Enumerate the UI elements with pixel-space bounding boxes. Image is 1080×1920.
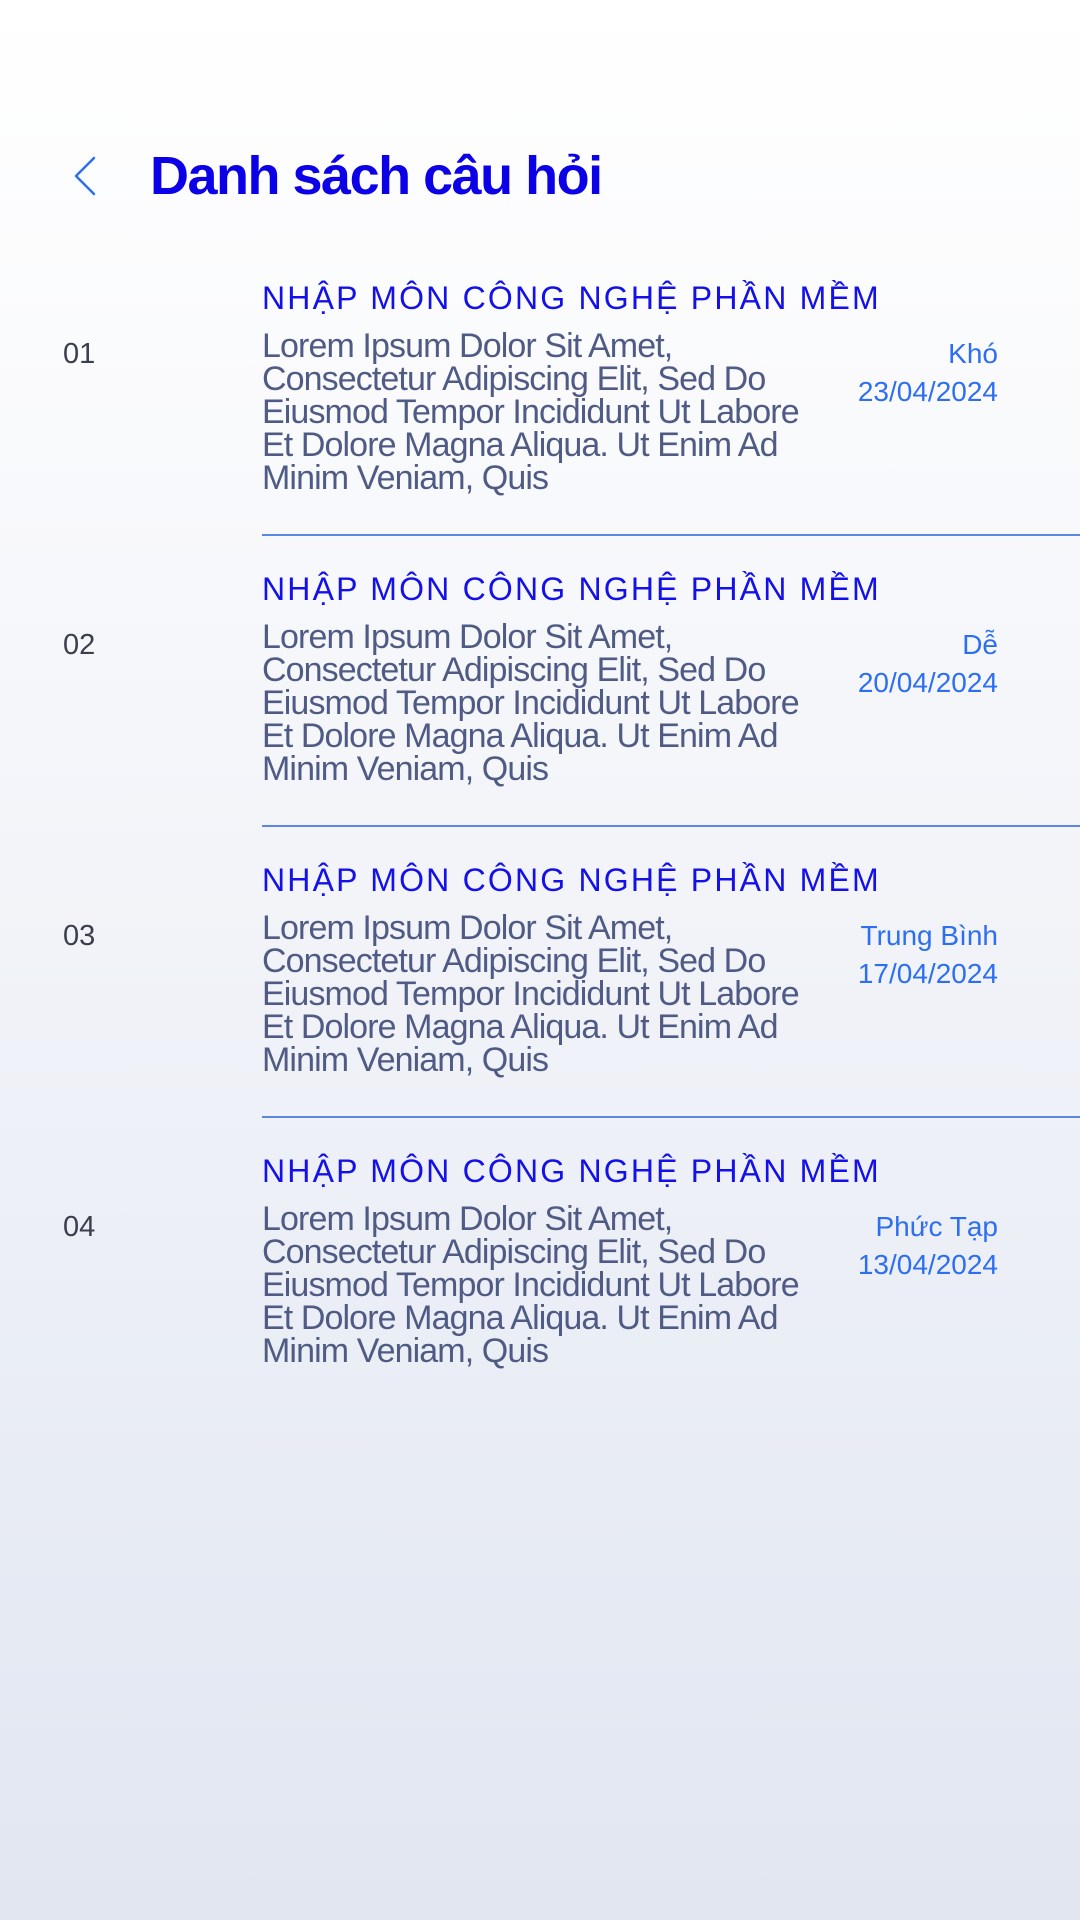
difficulty-label: Trung Bình <box>860 920 998 951</box>
question-number: 04 <box>63 1211 96 1243</box>
divider <box>262 1116 1080 1118</box>
divider <box>262 825 1080 827</box>
question-subject: NHẬP MÔN CÔNG NGHỆ PHẦN MỀM <box>262 1153 881 1189</box>
question-list: 01 NHẬP MÔN CÔNG NGHỆ PHẦN MỀM Lorem Ips… <box>0 272 1080 1436</box>
difficulty-label: Dễ <box>962 629 998 660</box>
question-date: 17/04/2024 <box>857 958 998 989</box>
question-text: Lorem Ipsum Dolor Sit Amet, Consectetur … <box>262 909 800 1079</box>
question-subject: NHẬP MÔN CÔNG NGHỆ PHẦN MỀM <box>262 280 881 316</box>
question-item[interactable]: 01 NHẬP MÔN CÔNG NGHỆ PHẦN MỀM Lorem Ips… <box>0 272 1080 563</box>
question-text: Lorem Ipsum Dolor Sit Amet, Consectetur … <box>262 327 800 497</box>
page-title: Danh sách câu hỏi <box>150 146 603 206</box>
question-date: 23/04/2024 <box>857 376 998 407</box>
question-text: Lorem Ipsum Dolor Sit Amet, Consectetur … <box>262 1200 800 1370</box>
back-button[interactable] <box>56 142 116 210</box>
question-number: 02 <box>63 629 96 661</box>
question-subject: NHẬP MÔN CÔNG NGHỆ PHẦN MỀM <box>262 571 881 607</box>
question-item[interactable]: 04 NHẬP MÔN CÔNG NGHỆ PHẦN MỀM Lorem Ips… <box>0 1145 1080 1436</box>
chevron-left-icon <box>74 156 96 196</box>
question-number: 03 <box>63 920 96 952</box>
question-date: 20/04/2024 <box>857 667 998 698</box>
difficulty-label: Khó <box>948 338 998 369</box>
question-item[interactable]: 02 NHẬP MÔN CÔNG NGHỆ PHẦN MỀM Lorem Ips… <box>0 563 1080 854</box>
question-date: 13/04/2024 <box>857 1249 998 1280</box>
question-number: 01 <box>63 338 96 370</box>
difficulty-label: Phức Tạp <box>875 1211 998 1242</box>
question-subject: NHẬP MÔN CÔNG NGHỆ PHẦN MỀM <box>262 862 881 898</box>
question-item[interactable]: 03 NHẬP MÔN CÔNG NGHỆ PHẦN MỀM Lorem Ips… <box>0 854 1080 1145</box>
question-text: Lorem Ipsum Dolor Sit Amet, Consectetur … <box>262 618 800 788</box>
header: Danh sách câu hỏi <box>0 130 1080 222</box>
divider <box>262 534 1080 536</box>
